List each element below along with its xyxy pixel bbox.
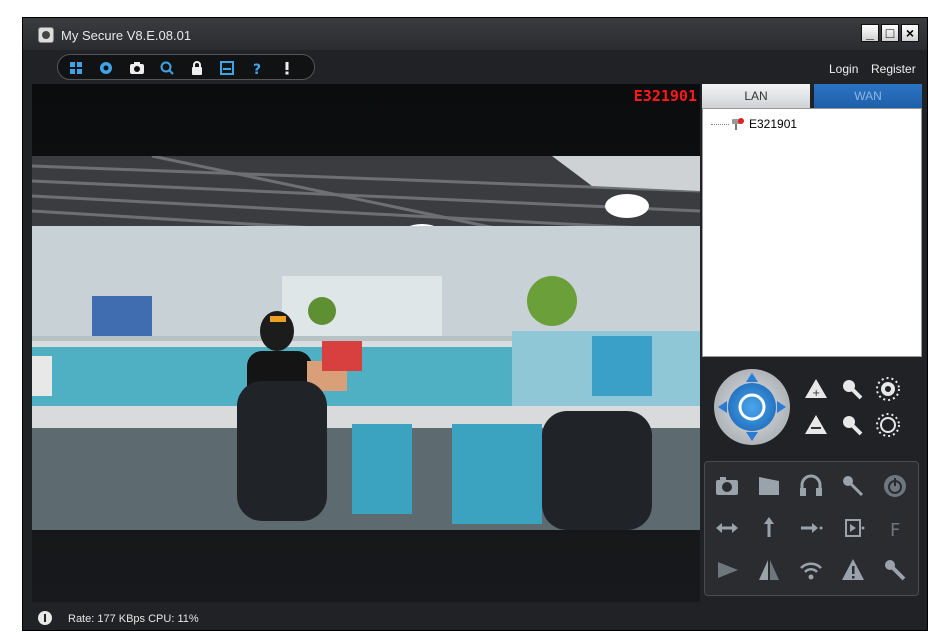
title-bar[interactable]: My Secure V8.E.08.01 _ □ ×	[23, 18, 927, 50]
headphones-icon[interactable]	[797, 472, 825, 500]
svg-text:?: ?	[253, 62, 261, 76]
iris-close-icon[interactable]	[874, 411, 902, 439]
maximize-button[interactable]: □	[881, 24, 899, 42]
device-tree-panel: E321901	[702, 108, 922, 357]
function-controls-panel: F	[704, 461, 919, 596]
camera-device-icon	[731, 117, 745, 131]
svg-text:F: F	[890, 520, 900, 541]
camera-snapshot-icon[interactable]	[713, 472, 741, 500]
save-icon[interactable]	[217, 58, 237, 78]
window-title: My Secure V8.E.08.01	[61, 28, 192, 43]
ptz-control-panel: +	[702, 361, 922, 451]
device-name: E321901	[749, 117, 798, 131]
vertical-flip-icon[interactable]	[755, 514, 783, 542]
app-window: My Secure V8.E.08.01 _ □ × ? Login Regis…	[22, 17, 928, 631]
device-item[interactable]: E321901	[711, 117, 797, 131]
tab-wan[interactable]: WAN	[814, 84, 922, 108]
zoom-out-icon[interactable]	[802, 411, 830, 439]
search-icon[interactable]	[157, 58, 177, 78]
info-icon	[38, 611, 52, 625]
flip-label-icon[interactable]: F	[881, 514, 909, 542]
help-icon[interactable]: ?	[247, 58, 267, 78]
video-clip-icon[interactable]	[755, 472, 783, 500]
login-link[interactable]: Login	[829, 62, 858, 76]
power-icon[interactable]	[881, 472, 909, 500]
lock-icon[interactable]	[187, 58, 207, 78]
focus-near-icon[interactable]	[838, 375, 866, 403]
register-link[interactable]: Register	[871, 62, 916, 76]
close-button[interactable]: ×	[901, 24, 919, 42]
status-text: Rate: 177 KBps CPU: 11%	[68, 613, 199, 625]
mirror-icon[interactable]	[755, 556, 783, 584]
wifi-icon[interactable]	[797, 556, 825, 584]
video-viewport[interactable]: E321901	[32, 84, 700, 602]
settings-wrench-icon[interactable]	[881, 556, 909, 584]
horizontal-flip-icon[interactable]	[713, 514, 741, 542]
svg-text:+: +	[812, 388, 820, 399]
iris-open-icon[interactable]	[874, 375, 902, 403]
status-bar: Rate: 177 KBps CPU: 11%	[23, 606, 927, 630]
microphone-icon[interactable]	[839, 472, 867, 500]
camera-overlay-label: E321901	[633, 87, 697, 105]
record-icon[interactable]	[96, 58, 116, 78]
minimize-button[interactable]: _	[861, 24, 879, 42]
focus-far-icon[interactable]	[838, 411, 866, 439]
camera-feed-image	[32, 156, 700, 530]
play-icon[interactable]	[713, 556, 741, 584]
zoom-in-icon[interactable]: +	[802, 375, 830, 403]
tree-connector	[711, 123, 729, 125]
toolbar: ? Login Register	[23, 50, 927, 82]
tab-lan[interactable]: LAN	[702, 84, 810, 108]
network-tabs: LAN WAN	[702, 84, 922, 108]
direction-pad-icon[interactable]	[714, 369, 790, 445]
toolbar-pill: ?	[57, 54, 315, 80]
cruise-icon[interactable]	[797, 514, 825, 542]
warning-icon[interactable]	[839, 556, 867, 584]
alert-icon[interactable]	[277, 58, 297, 78]
app-logo-icon	[38, 27, 54, 43]
input-icon[interactable]	[839, 514, 867, 542]
grid-icon[interactable]	[66, 58, 86, 78]
snapshot-icon[interactable]	[127, 58, 147, 78]
